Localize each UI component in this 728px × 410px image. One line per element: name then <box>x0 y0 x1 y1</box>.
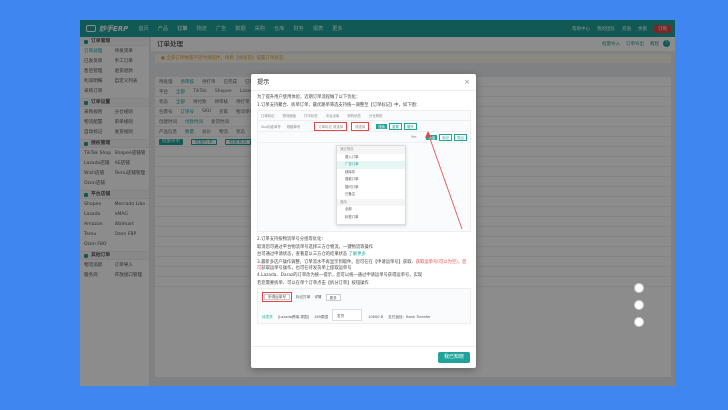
shot2-cell: 10800 B <box>368 315 384 320</box>
tip-modal: 提示 × 为了提升用户使用体验，近期订单流程做了以下优化： 1.订单支持聚合、拆… <box>251 74 476 368</box>
scroll-top-button[interactable] <box>634 300 644 310</box>
point-3-text: 3.最新多店户操作调整，订单流水不再显示到取件。您可在在【申请运单号】获取、 <box>257 259 416 265</box>
close-icon[interactable]: × <box>464 78 470 86</box>
modal-point-4b: 若您需要拆单、可以在单个订单点击【拆分订单】按钮操作 <box>257 280 369 286</box>
shot2-button-row: 申请运单号 标记打单 详情 更多 <box>258 292 470 303</box>
feedback-float-button[interactable] <box>634 317 644 327</box>
shot2-menu: 发货 <box>332 309 362 322</box>
modal-point-4: 4.Lazada、Daraz的订单改为统一提示，您可以统一通过申请运单号获得运单… <box>257 273 423 279</box>
red-arrow-icon <box>425 131 463 230</box>
shot2-cell: 待发货 <box>262 314 273 319</box>
point-2b-text: 台可通过申请状态，查看是以三方仓的结果状态 <box>257 252 348 258</box>
shot2-cell: 169泰国 <box>314 314 329 319</box>
shot2-label: 详情 <box>314 294 322 299</box>
acknowledge-button[interactable]: 我已知晓 <box>437 352 470 363</box>
modal-title: 提示 <box>251 74 476 91</box>
shot2-cell: [Lazada跨境-泰国] <box>277 314 310 319</box>
shot2-order-row: 待发货 [Lazada跨境-泰国] 169泰国 10800 B 支付途径：Bank Tr… <box>258 312 470 322</box>
example-screenshot-1: 订单标记 物流面板 打印状态 平台出库 采购状态 分仓规则 Sku标准单号 规格单号 订单… <box>257 110 471 233</box>
chat-float-button[interactable] <box>634 283 644 293</box>
modal-footer: 我已知晓 <box>251 346 476 368</box>
shot2-highlight-box: 申请运单号 <box>262 292 292 303</box>
shot2-more-button: 更多 <box>325 293 341 301</box>
point-3-tail: 获取运单号操作，也可在待发货单上提取运单号 <box>261 265 352 271</box>
modal-point-2b: 台可通过申请状态，查看是以三方仓的结果状态 了解更多 <box>257 252 470 258</box>
modal-intro: 为了提升用户使用体验，近期订单流程做了以下优化： <box>257 95 361 100</box>
modal-body: 为了提升用户使用体验，近期订单流程做了以下优化： 1.订单支持聚合、拆单订单，最… <box>251 91 476 346</box>
shot2-label: 标记打单 <box>295 294 311 299</box>
shot2-cell: 支付途径：Bank Transfer <box>388 314 431 319</box>
modal-point-3: 3.最新多店户操作调整，订单流水不再显示到取件。您可在在【申请运单号】获取、获取… <box>257 260 470 271</box>
modal-point-2-title: 2.订单支持按物流单号分组等优化： <box>257 237 326 243</box>
shot2-apply-button: 申请运单号 <box>264 294 290 301</box>
modal-point-2a: 取消您可通过平台物流单号选择三方仓物流，一键物流等操作 <box>257 244 374 250</box>
example-screenshot-2: 申请运单号 标记打单 详情 更多 待发货 [Lazada跨境-泰国] 169泰国 10… <box>257 288 471 325</box>
modal-point-1: 1.订单支持聚合、拆单订单，最优路单筛选支持统一调整至【订单标记】中，如下图： <box>257 102 421 108</box>
learn-more-link[interactable]: 了解更多 <box>349 252 366 257</box>
